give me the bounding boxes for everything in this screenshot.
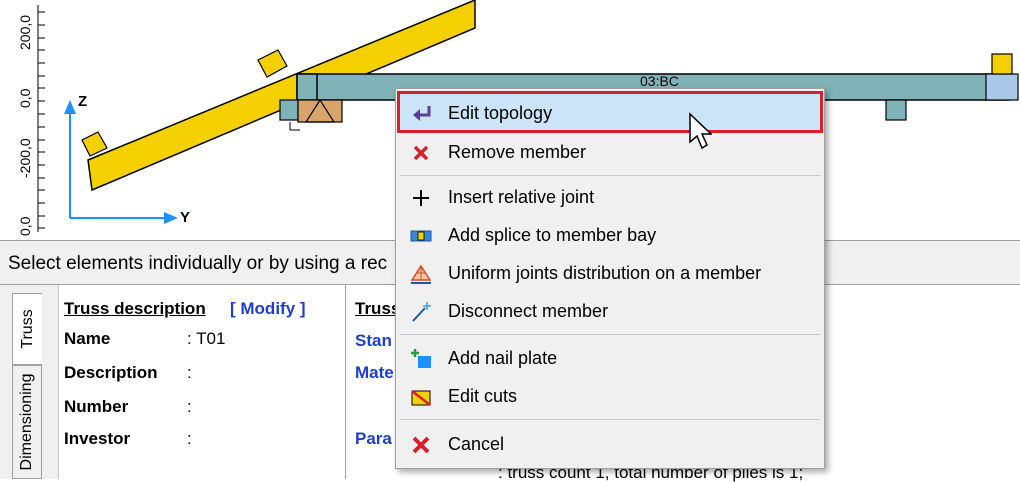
truss-description-section: Truss description [ Modify ] Name : T01 … xyxy=(60,285,346,479)
number-value: : xyxy=(187,397,192,416)
truss-section-header: Truss xyxy=(355,299,401,318)
mouse-cursor-icon xyxy=(689,112,712,150)
menu-item-cancel[interactable]: Cancel xyxy=(399,427,821,463)
rafter-cleat xyxy=(257,49,288,78)
menu-item-uniform-joints[interactable]: Uniform joints distribution on a member xyxy=(399,256,821,292)
menu-item-insert-relative-joint[interactable]: Insert relative joint xyxy=(399,180,821,216)
tab-dimensioning-label: Dimensioning xyxy=(18,373,35,471)
support-block xyxy=(297,99,343,123)
menu-item-remove-member[interactable]: Remove member xyxy=(399,135,821,171)
menu-item-label: Cancel xyxy=(448,434,505,454)
material-label[interactable]: Mate xyxy=(355,363,394,383)
ruler-label: -200,0 xyxy=(17,138,33,178)
menu-separator xyxy=(400,419,820,420)
tab-dimensioning[interactable]: Dimensioning xyxy=(12,365,42,479)
red-x-icon xyxy=(413,145,429,161)
menu-separator xyxy=(400,175,820,176)
menu-item-add-nail-plate[interactable]: Add nail plate xyxy=(399,341,821,377)
tab-truss[interactable]: Truss xyxy=(12,293,42,365)
standard-label[interactable]: Stan xyxy=(355,331,392,351)
parameters-label[interactable]: Para xyxy=(355,429,392,449)
disconnect-wand-icon xyxy=(412,302,431,322)
context-menu: Edit topology Remove member Insert relat… xyxy=(395,88,825,469)
arrow-return-icon xyxy=(413,106,431,121)
menu-separator xyxy=(400,334,820,335)
menu-item-add-splice[interactable]: Add splice to member bay xyxy=(399,218,821,254)
menu-item-label: Disconnect member xyxy=(448,301,609,321)
joints-distribution-icon xyxy=(410,264,432,284)
number-label: Number xyxy=(64,397,129,416)
truss-description-header: Truss description xyxy=(64,299,206,318)
menu-item-disconnect-member[interactable]: Disconnect member xyxy=(399,294,821,330)
edit-cuts-icon xyxy=(411,390,431,406)
menu-item-label: Edit topology xyxy=(448,103,553,123)
menu-item-label: Edit cuts xyxy=(448,386,518,406)
name-value: : T01 xyxy=(187,329,226,348)
description-label: Description xyxy=(64,363,158,382)
menu-item-label: Uniform joints distribution on a member xyxy=(448,263,762,283)
nail-plate-icon xyxy=(411,349,431,368)
splice-icon xyxy=(410,230,432,242)
ruler-label: 0,0 xyxy=(17,216,33,236)
menu-item-edit-topology[interactable]: Edit topology xyxy=(397,91,823,133)
menu-item-label: Add nail plate xyxy=(448,348,558,368)
beam-end-cap xyxy=(991,53,1013,75)
axis-z-label: Z xyxy=(78,93,87,110)
name-label: Name xyxy=(64,329,111,348)
member-label: 03:BC xyxy=(640,73,679,89)
status-text: Select elements individually or by using… xyxy=(8,253,388,274)
ruler-label: 0,0 xyxy=(17,88,33,108)
investor-value: : xyxy=(187,429,192,448)
menu-item-label: Insert relative joint xyxy=(448,187,595,207)
beam-stub xyxy=(279,99,299,121)
beam-post xyxy=(296,73,318,101)
plus-icon xyxy=(413,190,429,206)
menu-item-label: Remove member xyxy=(448,142,587,162)
menu-item-edit-cuts[interactable]: Edit cuts xyxy=(399,379,821,415)
vertical-tab-strip: Truss Dimensioning xyxy=(0,285,59,479)
rafter-cleat xyxy=(81,131,108,157)
menu-item-label: Add splice to member bay xyxy=(448,225,657,245)
beam-stub xyxy=(885,99,907,121)
ruler-label: 200,0 xyxy=(17,15,33,50)
modify-link[interactable]: [ Modify ] xyxy=(230,299,306,319)
beam-end-plate xyxy=(985,73,1019,101)
tab-truss-label: Truss xyxy=(18,309,36,349)
description-value: : xyxy=(187,363,192,382)
axis-y-label: Y xyxy=(180,209,190,226)
red-x-icon xyxy=(412,436,430,454)
investor-label: Investor xyxy=(64,429,131,448)
